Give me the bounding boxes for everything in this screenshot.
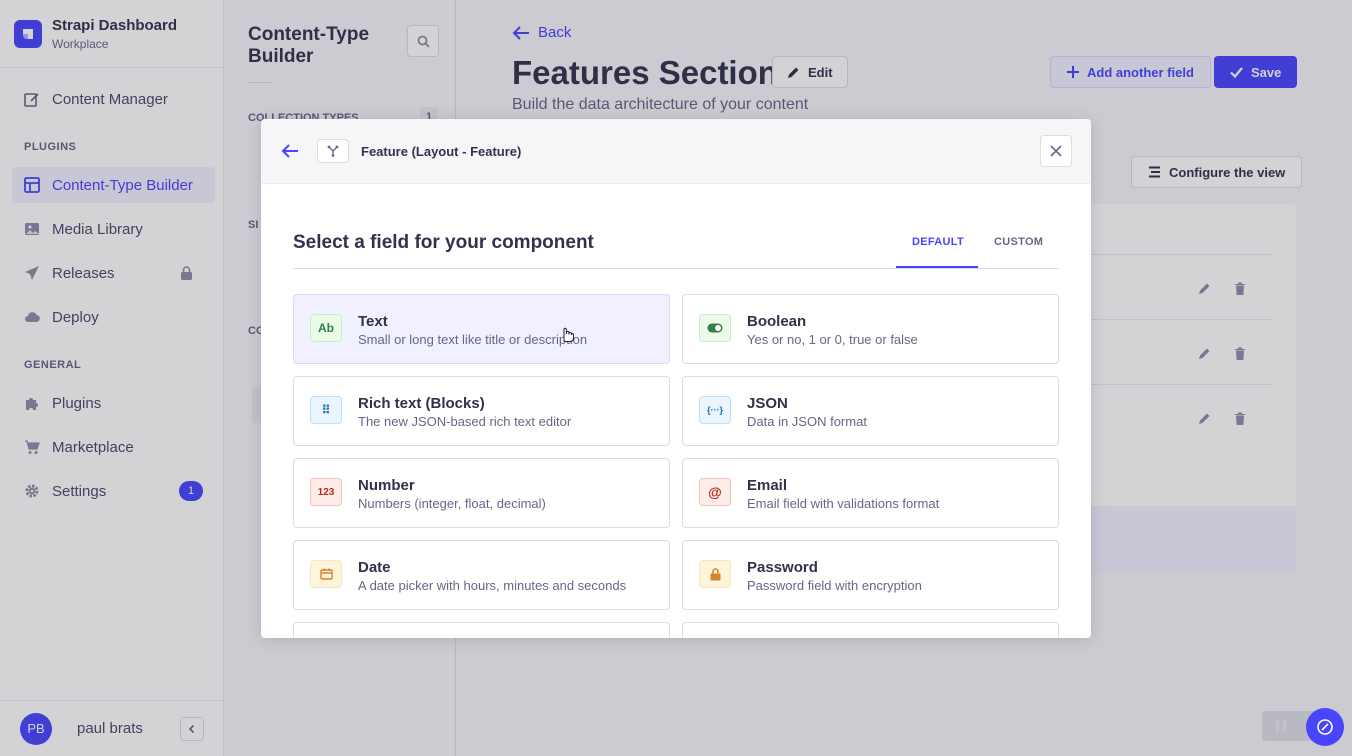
modal-title: Select a field for your component	[293, 232, 594, 253]
field-option-date[interactable]: Date A date picker with hours, minutes a…	[293, 540, 670, 610]
field-description: Email field with validations format	[747, 496, 940, 511]
modal-breadcrumb: Feature (Layout - Feature)	[361, 144, 522, 159]
lock-icon	[699, 560, 731, 588]
arrow-left-icon	[281, 144, 298, 158]
field-option-number[interactable]: 123 Number Numbers (integer, float, deci…	[293, 458, 670, 528]
field-option-partial[interactable]	[682, 622, 1059, 638]
field-title: Boolean	[747, 313, 807, 330]
field-description: Numbers (integer, float, decimal)	[358, 496, 546, 511]
field-description: Password field with encryption	[747, 578, 922, 593]
chat-icon	[1317, 719, 1333, 735]
field-title: Text	[358, 313, 388, 330]
tab-custom[interactable]: CUSTOM	[994, 236, 1043, 248]
modal-back-button[interactable]	[279, 140, 301, 162]
component-icon	[317, 139, 349, 163]
number-icon: 123	[310, 478, 342, 506]
field-option-partial[interactable]	[293, 622, 670, 638]
field-description: The new JSON-based rich text editor	[358, 414, 572, 429]
field-description: Small or long text like title or descrip…	[358, 332, 588, 347]
help-chat-button[interactable]	[1306, 708, 1344, 746]
field-description: Yes or no, 1 or 0, true or false	[747, 332, 918, 347]
field-title: Email	[747, 477, 788, 494]
field-option-rich-text-blocks[interactable]: ⠿ Rich text (Blocks) The new JSON-based …	[293, 376, 670, 446]
field-option-password[interactable]: Password Password field with encryption	[682, 540, 1059, 610]
field-description: Data in JSON format	[747, 414, 867, 429]
field-title: Number	[358, 477, 415, 494]
field-option-text[interactable]: Ab Text Small or long text like title or…	[293, 294, 670, 364]
hand-cursor-icon	[563, 327, 574, 342]
toggle-icon	[699, 314, 731, 342]
field-title: Date	[358, 559, 391, 576]
field-title: JSON	[747, 395, 788, 412]
field-option-boolean[interactable]: Boolean Yes or no, 1 or 0, true or false	[682, 294, 1059, 364]
tabs-divider	[293, 268, 1059, 269]
field-option-json[interactable]: {···} JSON Data in JSON format	[682, 376, 1059, 446]
close-modal-button[interactable]	[1040, 135, 1072, 167]
calendar-icon	[310, 560, 342, 588]
close-icon	[1050, 145, 1062, 157]
field-description: A date picker with hours, minutes and se…	[358, 578, 627, 593]
field-title: Rich text (Blocks)	[358, 395, 485, 412]
select-field-modal: Feature (Layout - Feature) Select a fiel…	[261, 119, 1091, 638]
field-option-email[interactable]: @ Email Email field with validations for…	[682, 458, 1059, 528]
blocks-icon: ⠿	[310, 396, 342, 424]
field-title: Password	[747, 559, 818, 576]
active-tab-indicator	[896, 266, 978, 268]
at-icon: @	[699, 478, 731, 506]
text-icon: Ab	[310, 314, 342, 342]
modal-header: Feature (Layout - Feature)	[261, 119, 1091, 184]
tab-default[interactable]: DEFAULT	[912, 236, 964, 248]
pause-icon	[1274, 719, 1288, 738]
json-icon: {···}	[699, 396, 731, 424]
